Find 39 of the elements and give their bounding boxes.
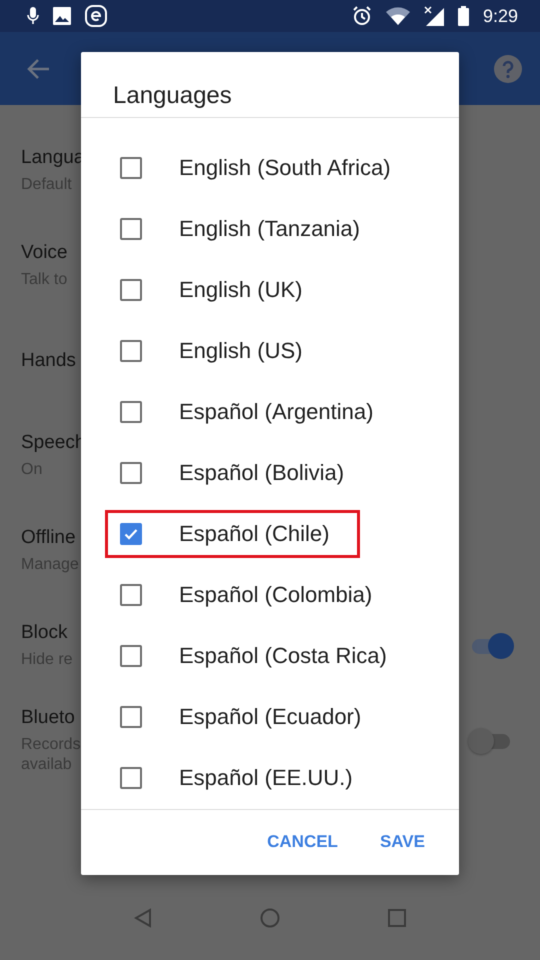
language-option[interactable]: Español (Costa Rica)	[179, 643, 387, 670]
setting-title: Block	[21, 622, 68, 644]
image-icon	[53, 7, 71, 25]
checkbox[interactable]	[120, 706, 142, 728]
language-option[interactable]: English (Tanzania)	[179, 216, 360, 242]
checkbox[interactable]	[120, 218, 142, 240]
setting-title: Hands	[21, 350, 76, 372]
microphone-icon	[27, 7, 39, 25]
e-logo-icon	[85, 5, 107, 27]
setting-title: Voice	[21, 242, 68, 264]
checkbox[interactable]	[120, 584, 142, 606]
checkbox[interactable]	[120, 157, 142, 180]
checkbox[interactable]	[120, 645, 142, 668]
language-option[interactable]: English (US)	[179, 338, 302, 364]
checkbox[interactable]	[120, 401, 142, 424]
battery-icon	[458, 6, 469, 26]
checkbox[interactable]	[120, 279, 142, 302]
language-option[interactable]: Español (Chile)	[179, 521, 330, 548]
language-option[interactable]: Español (Argentina)	[179, 399, 374, 426]
checkbox[interactable]	[120, 523, 142, 546]
dialog-title: Languages	[81, 52, 459, 118]
checkbox[interactable]	[120, 462, 142, 484]
back-arrow-icon[interactable]	[26, 58, 50, 80]
checkbox[interactable]	[120, 767, 142, 790]
language-option[interactable]: Español (Ecuador)	[179, 704, 362, 730]
clock-time: 9:29	[482, 6, 518, 26]
save-button[interactable]: SAVE	[366, 824, 439, 860]
checkbox[interactable]	[120, 340, 142, 362]
language-option[interactable]: English (UK)	[179, 277, 302, 304]
cancel-button[interactable]: CANCEL	[253, 824, 352, 860]
language-option[interactable]: Español (Bolivia)	[179, 460, 344, 486]
alarm-clock-icon	[352, 6, 372, 26]
signal-icon	[424, 6, 444, 26]
wifi-icon	[386, 7, 410, 25]
setting-title: Blueto	[21, 706, 76, 728]
language-option[interactable]: English (South Africa)	[179, 155, 391, 182]
language-option[interactable]: Español (EE.UU.)	[179, 765, 353, 792]
setting-title: Offline	[21, 526, 77, 548]
language-option[interactable]: Español (Colombia)	[179, 582, 372, 608]
